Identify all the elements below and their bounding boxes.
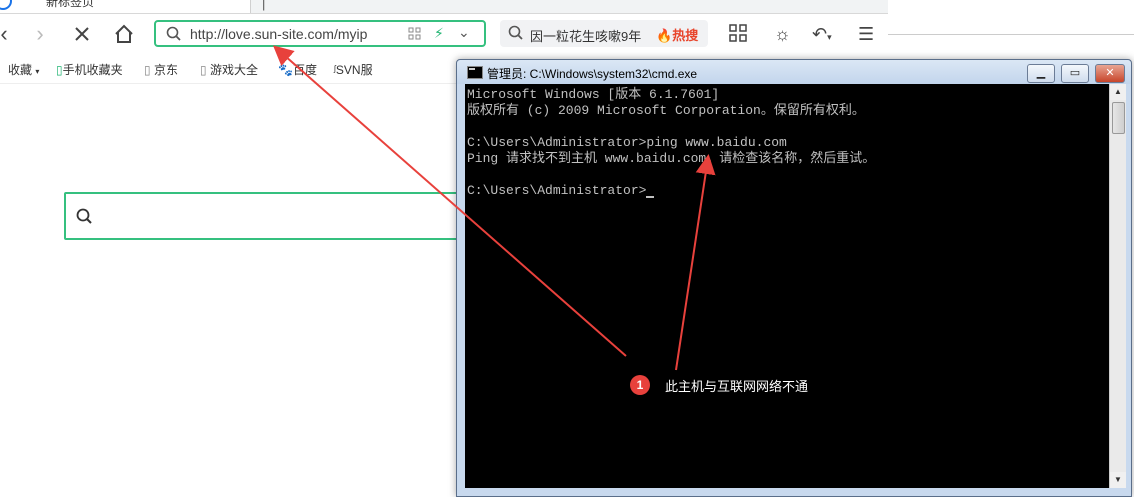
annotation-arrows [272, 45, 716, 371]
annotation-text: 此主机与互联网网络不通 [665, 379, 809, 394]
arrow-to-url [272, 45, 627, 357]
arrow-to-error [675, 154, 716, 371]
annotation-number-badge: 1 [630, 375, 650, 395]
